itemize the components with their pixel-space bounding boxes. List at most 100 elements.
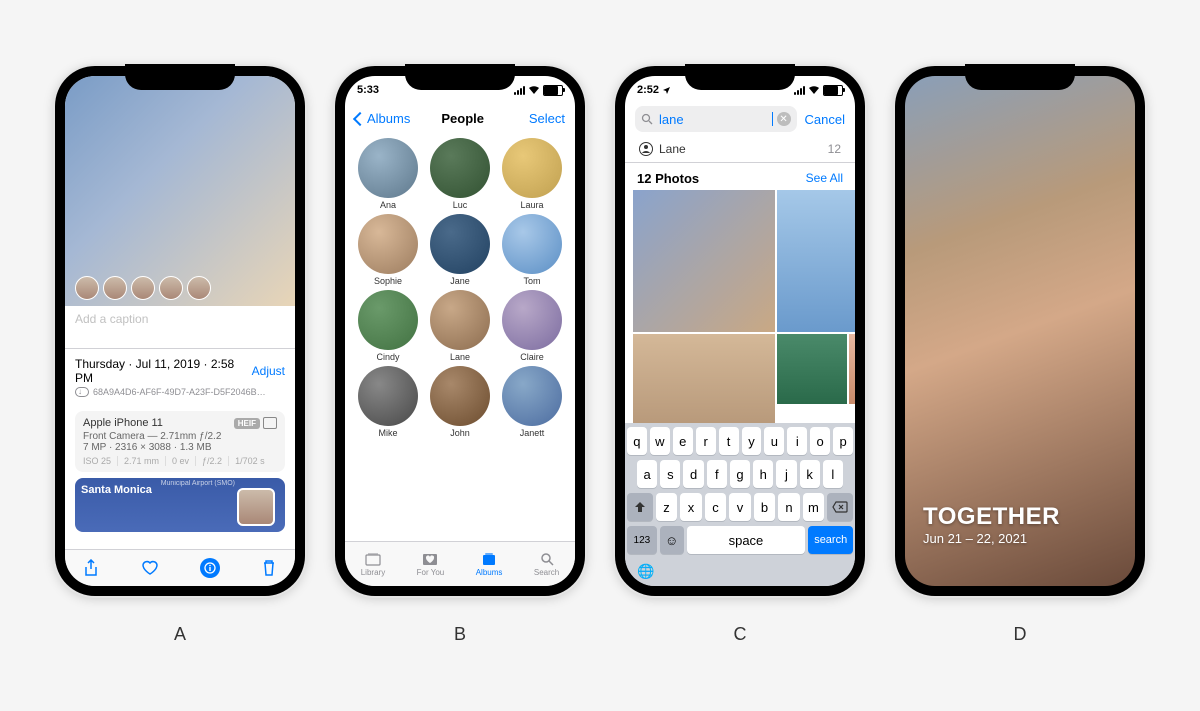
result-thumb[interactable] — [849, 334, 855, 404]
search-field[interactable]: ✕ — [635, 106, 797, 132]
key-n[interactable]: n — [778, 493, 799, 521]
map-card[interactable]: Santa Monica Municipal Airport (SMO) — [75, 478, 285, 532]
person-avatar — [502, 138, 562, 198]
key-o[interactable]: o — [810, 427, 830, 455]
clear-search-icon[interactable]: ✕ — [777, 112, 791, 126]
key-a[interactable]: a — [637, 460, 657, 488]
key-s[interactable]: s — [660, 460, 680, 488]
photo-toolbar — [65, 549, 295, 586]
key-x[interactable]: x — [680, 493, 701, 521]
tab-for-you[interactable]: For You — [417, 551, 445, 577]
person-item[interactable]: Luc — [425, 138, 495, 210]
person-item[interactable]: Janett — [497, 366, 567, 438]
result-thumb[interactable] — [633, 190, 775, 332]
add-caption-field[interactable]: Add a caption — [65, 306, 295, 349]
search-key[interactable]: search — [808, 526, 853, 554]
back-button[interactable]: Albums — [355, 111, 410, 126]
key-e[interactable]: e — [673, 427, 693, 455]
numbers-key[interactable]: 123 — [627, 526, 657, 554]
key-t[interactable]: t — [719, 427, 739, 455]
status-time: 2:52 — [637, 84, 671, 96]
key-f[interactable]: f — [707, 460, 727, 488]
trash-icon[interactable] — [259, 558, 279, 578]
tab-search[interactable]: Search — [534, 551, 559, 577]
battery-icon — [823, 85, 843, 96]
search-icon — [641, 113, 653, 125]
key-q[interactable]: q — [627, 427, 647, 455]
person-item[interactable]: Claire — [497, 290, 567, 362]
results-header: 12 Photos See All — [625, 163, 855, 190]
key-y[interactable]: y — [742, 427, 762, 455]
person-name: Ana — [353, 200, 423, 210]
share-icon[interactable] — [81, 558, 101, 578]
info-icon[interactable] — [200, 558, 220, 578]
phone-d: TOGETHER Jun 21 – 22, 2021 — [895, 66, 1145, 596]
signal-icon — [794, 86, 805, 95]
person-item[interactable]: Sophie — [353, 214, 423, 286]
tab-bar: Library For You Albums Search — [345, 541, 575, 586]
favorite-icon[interactable] — [140, 558, 160, 578]
key-z[interactable]: z — [656, 493, 677, 521]
detected-faces-strip[interactable] — [75, 276, 211, 300]
photo-hero[interactable] — [65, 76, 295, 306]
person-avatar — [358, 138, 418, 198]
search-input[interactable] — [657, 111, 768, 128]
person-icon — [639, 142, 653, 156]
file-id: 68A9A4D6-AF6F-49D7-A23F-D5F2046B… — [93, 387, 266, 397]
person-avatar — [502, 366, 562, 426]
key-g[interactable]: g — [730, 460, 750, 488]
label-d: D — [895, 624, 1145, 645]
key-b[interactable]: b — [754, 493, 775, 521]
metadata-section: Thursday · Jul 11, 2019 · 2:58 PM Adjust… — [65, 349, 295, 405]
key-h[interactable]: h — [753, 460, 773, 488]
person-avatar — [502, 214, 562, 274]
person-item[interactable]: Cindy — [353, 290, 423, 362]
person-item[interactable]: Laura — [497, 138, 567, 210]
emoji-key[interactable]: ☺ — [660, 526, 684, 554]
person-item[interactable]: John — [425, 366, 495, 438]
person-item[interactable]: Jane — [425, 214, 495, 286]
key-r[interactable]: r — [696, 427, 716, 455]
key-j[interactable]: j — [776, 460, 796, 488]
memory-title-block: TOGETHER Jun 21 – 22, 2021 — [923, 503, 1060, 546]
select-button[interactable]: Select — [515, 111, 565, 126]
globe-icon[interactable]: 🌐 — [627, 559, 853, 582]
person-name: Jane — [425, 276, 495, 286]
see-all-button[interactable]: See All — [806, 171, 843, 186]
person-item[interactable]: Mike — [353, 366, 423, 438]
wifi-icon — [808, 85, 820, 95]
screen-d[interactable]: TOGETHER Jun 21 – 22, 2021 — [905, 76, 1135, 586]
result-thumb[interactable] — [777, 190, 855, 332]
key-i[interactable]: i — [787, 427, 807, 455]
person-item[interactable]: Lane — [425, 290, 495, 362]
resolution-info: 7 MP · 2316 × 3088 · 1.3 MB — [83, 442, 277, 453]
space-key[interactable]: space — [687, 526, 806, 554]
key-d[interactable]: d — [683, 460, 703, 488]
format-badge: HEIF — [234, 418, 260, 429]
person-avatar — [358, 366, 418, 426]
backspace-key[interactable] — [827, 493, 853, 521]
key-l[interactable]: l — [823, 460, 843, 488]
key-c[interactable]: c — [705, 493, 726, 521]
key-m[interactable]: m — [803, 493, 824, 521]
search-suggestion[interactable]: Lane 12 — [625, 136, 855, 163]
key-w[interactable]: w — [650, 427, 670, 455]
cancel-button[interactable]: Cancel — [805, 112, 845, 127]
shift-key[interactable] — [627, 493, 653, 521]
key-k[interactable]: k — [800, 460, 820, 488]
adjust-button[interactable]: Adjust — [252, 364, 285, 378]
person-item[interactable]: Tom — [497, 214, 567, 286]
person-avatar — [430, 366, 490, 426]
suggestion-label: Lane — [659, 142, 686, 156]
key-v[interactable]: v — [729, 493, 750, 521]
notch — [685, 64, 795, 90]
result-thumb[interactable] — [777, 334, 847, 404]
key-p[interactable]: p — [833, 427, 853, 455]
wifi-icon — [528, 85, 540, 95]
tab-library[interactable]: Library — [361, 551, 385, 577]
key-u[interactable]: u — [764, 427, 784, 455]
camera-info-card[interactable]: Apple iPhone 11 HEIF Front Camera — 2.71… — [75, 411, 285, 472]
person-item[interactable]: Ana — [353, 138, 423, 210]
tab-albums[interactable]: Albums — [476, 551, 503, 577]
photo-date: Thursday · Jul 11, 2019 · 2:58 PM — [75, 357, 252, 385]
